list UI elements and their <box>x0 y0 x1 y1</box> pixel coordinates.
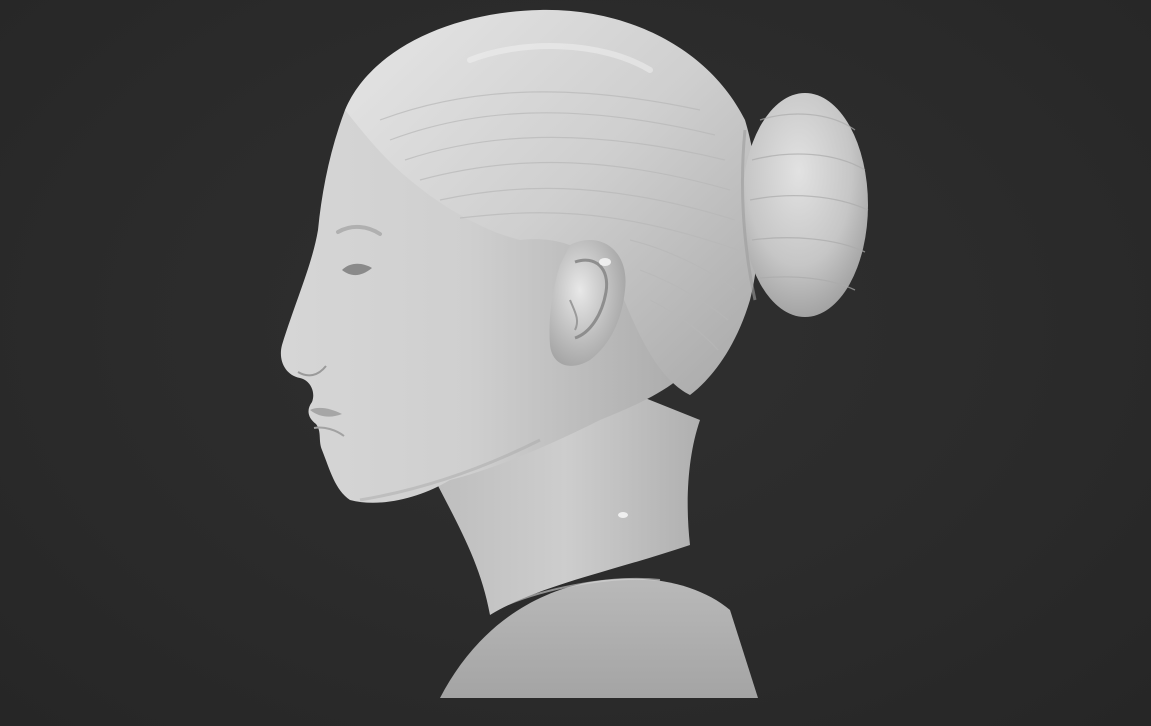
render-viewport <box>0 0 1151 726</box>
hair-bun <box>741 93 869 317</box>
bust-render <box>280 9 869 698</box>
